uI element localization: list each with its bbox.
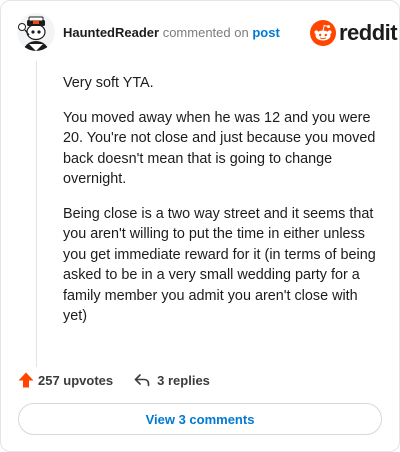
view-comments-label: View 3 comments — [145, 411, 255, 427]
replies-count: 3 replies — [157, 372, 210, 388]
username[interactable]: HauntedReader — [63, 25, 159, 40]
comment-body: Very soft YTA. You moved away when he wa… — [63, 73, 383, 341]
reddit-logo-icon — [310, 20, 336, 46]
comment-paragraph: Very soft YTA. — [63, 75, 154, 91]
replies-button[interactable]: 3 replies — [133, 371, 210, 389]
upvote-count: 257 upvotes — [38, 372, 114, 388]
upvote-button[interactable]: 257 upvotes — [17, 371, 113, 389]
comment-paragraph: Being close is a two way street and it s… — [63, 205, 376, 325]
commented-on-text: commented on — [162, 25, 249, 40]
reddit-logo[interactable]: reddit — [310, 20, 398, 46]
comment-card: HauntedReader commented on post reddit V… — [0, 0, 400, 452]
comment-header: HauntedReader commented on post — [63, 25, 280, 41]
thread-line[interactable] — [36, 61, 37, 367]
reddit-wordmark: reddit — [339, 20, 398, 45]
upvote-icon — [18, 372, 34, 388]
comment-paragraph: You moved away when he was 12 and you we… — [63, 109, 376, 188]
avatar-image — [17, 13, 55, 51]
reply-icon — [134, 374, 150, 387]
avatar[interactable] — [17, 13, 55, 51]
post-link[interactable]: post — [252, 25, 279, 40]
comment-actions: 257 upvotes 3 replies — [17, 369, 210, 391]
view-comments-button[interactable]: View 3 comments — [18, 403, 382, 435]
